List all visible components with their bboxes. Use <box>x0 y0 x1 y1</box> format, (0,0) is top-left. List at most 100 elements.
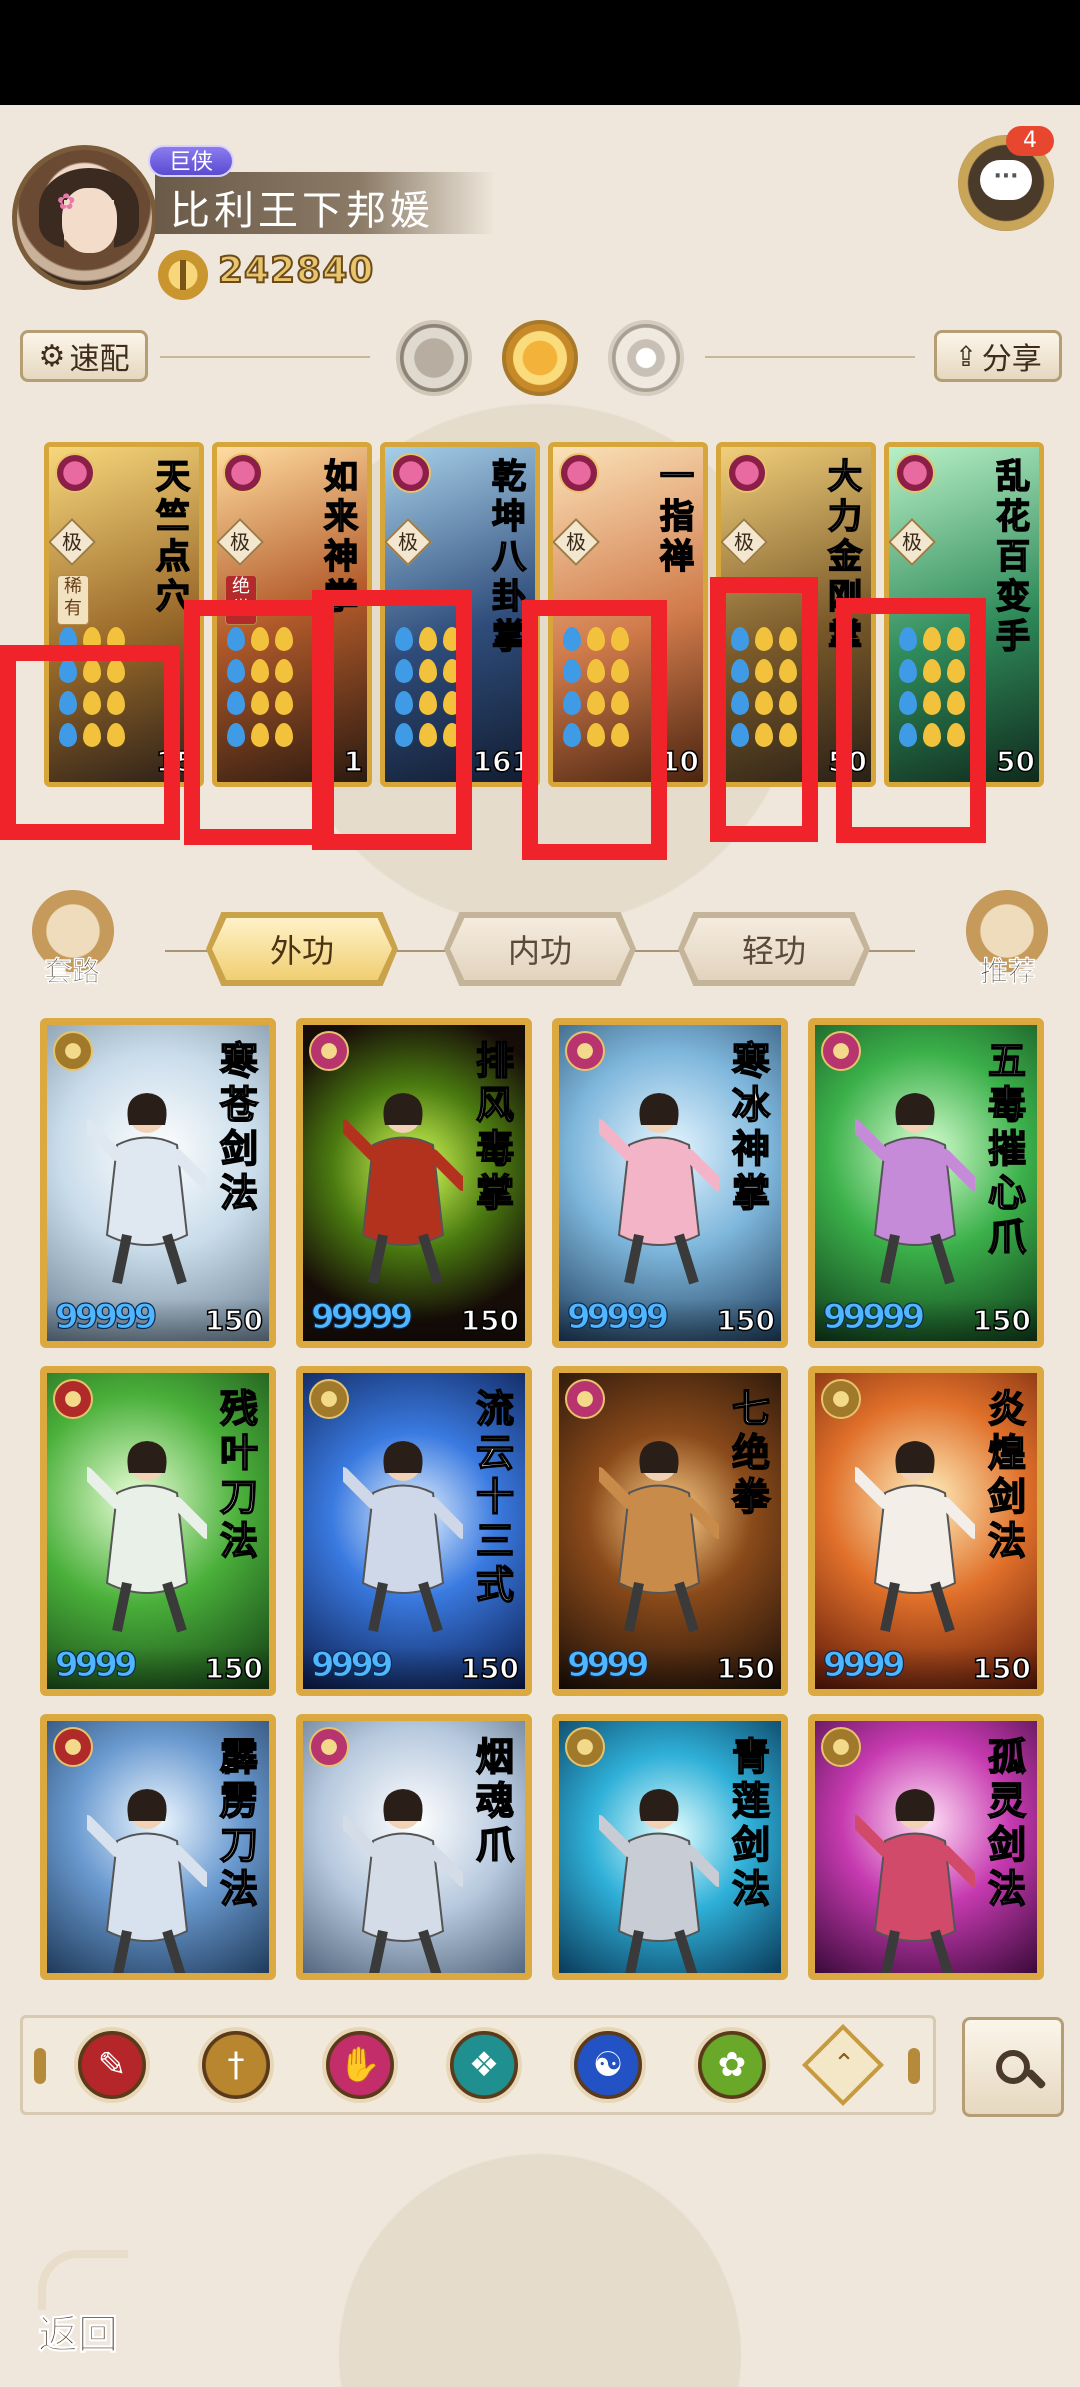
skill-level: 150 <box>972 1651 1032 1686</box>
sword-icon[interactable]: † <box>198 2027 274 2103</box>
hidden-weapon-glyph: ⌃ <box>833 2049 855 2079</box>
character-figure <box>599 1789 719 1973</box>
blade-icon[interactable]: ✎ <box>74 2027 150 2103</box>
skill-title: 七绝拳 <box>731 1386 771 1520</box>
tab-internal[interactable]: 内功 <box>450 918 630 980</box>
red-box <box>836 598 986 843</box>
search-icon <box>996 2050 1030 2084</box>
rarity-badge: 稀有 <box>57 575 89 625</box>
character-figure <box>343 1441 463 1633</box>
chat-dots: ··· <box>993 164 1019 189</box>
energy-pips: 99999 <box>310 1296 414 1337</box>
slot-title: 一指禅 <box>659 456 695 578</box>
character-figure <box>855 1441 975 1633</box>
back-button[interactable]: 返回 <box>28 2250 138 2360</box>
skill-title: 孤灵剑法 <box>987 1734 1027 1912</box>
skill-title: 寒苍剑法 <box>219 1038 259 1216</box>
back-label: 返回 <box>38 2311 119 2359</box>
skill-level: 150 <box>460 1651 520 1686</box>
skill-title: 残叶刀法 <box>219 1386 259 1564</box>
palm-icon <box>55 453 95 493</box>
character-figure <box>87 1441 207 1633</box>
skill-card[interactable]: 烟魂爪 <box>296 1714 532 1980</box>
character-figure <box>599 1093 719 1285</box>
skill-card[interactable]: 残叶刀法 9999 150 <box>40 1366 276 1696</box>
skill-card[interactable]: 寒冰神掌 99999 150 <box>552 1018 788 1348</box>
moon-icon[interactable] <box>396 320 472 396</box>
character-figure <box>599 1441 719 1633</box>
sun-icon[interactable] <box>502 320 578 396</box>
palm-icon <box>559 453 599 493</box>
palm-icon <box>391 453 431 493</box>
tab-lightness[interactable]: 轻功 <box>684 918 864 980</box>
skill-title: 炎煌剑法 <box>987 1386 1027 1564</box>
skill-card[interactable]: 寒苍剑法 99999 150 <box>40 1018 276 1348</box>
character-figure <box>87 1789 207 1973</box>
rank-badge: 巨侠 <box>148 145 234 177</box>
skill-level: 150 <box>460 1303 520 1338</box>
energy-pips: 99999 <box>566 1296 670 1337</box>
slot-title: 乱花百变手 <box>995 456 1031 658</box>
back-arrow-icon <box>38 2250 128 2310</box>
skill-card[interactable]: 青莲剑法 <box>552 1714 788 1980</box>
filter-bar-end <box>908 2048 920 2084</box>
skill-title: 排风毒掌 <box>475 1038 515 1216</box>
school-badge-icon <box>565 1727 605 1767</box>
skill-card[interactable]: 孤灵剑法 <box>808 1714 1044 1980</box>
energy-pips: 9999 <box>54 1644 138 1685</box>
recommend-label: 推荐 <box>979 955 1037 989</box>
chat-badge-count: 4 <box>1006 126 1054 156</box>
status-bar <box>0 0 1080 105</box>
school-badge-icon <box>309 1727 349 1767</box>
avatar[interactable]: ✿ <box>12 145 157 290</box>
player-name: 比利王下邦媛 <box>170 188 434 234</box>
skill-title: 寒冰神掌 <box>731 1038 771 1216</box>
quick-match-label: 速配 <box>69 342 130 377</box>
coin-amount: 242840 <box>217 249 375 292</box>
search-button[interactable] <box>962 2017 1064 2117</box>
character-figure <box>855 1093 975 1285</box>
palm-icon[interactable]: ✋ <box>322 2027 398 2103</box>
character-figure <box>343 1789 463 1973</box>
palm-icon <box>223 453 263 493</box>
character-figure <box>87 1093 207 1285</box>
share-label: 分享 <box>981 342 1042 377</box>
slot-title: 天竺点穴 <box>155 456 191 618</box>
skill-card[interactable]: 炎煌剑法 9999 150 <box>808 1366 1044 1696</box>
yin-yang-icon[interactable]: ☯ <box>570 2027 646 2103</box>
coin-icon <box>158 250 208 300</box>
skill-title: 青莲剑法 <box>731 1734 771 1912</box>
school-badge-icon <box>565 1031 605 1071</box>
energy-pips: 9999 <box>822 1644 906 1685</box>
skill-card[interactable]: 五毒摧心爪 99999 150 <box>808 1018 1044 1348</box>
ring-icon[interactable] <box>608 320 684 396</box>
tab-external[interactable]: 外功 <box>212 918 392 980</box>
red-box <box>312 590 472 850</box>
school-badge-icon <box>53 1031 93 1071</box>
skill-title: 流云十三式 <box>475 1386 515 1608</box>
skill-level: 150 <box>204 1651 264 1686</box>
palm-icon <box>895 453 935 493</box>
skill-card[interactable]: 排风毒掌 99999 150 <box>296 1018 532 1348</box>
school-badge-icon <box>309 1379 349 1419</box>
palm-icon <box>727 453 767 493</box>
skill-card[interactable]: 七绝拳 9999 150 <box>552 1366 788 1696</box>
red-box <box>710 577 818 842</box>
skill-level: 150 <box>716 1303 776 1338</box>
share-button[interactable]: ⇪ 分享 <box>934 330 1062 382</box>
energy-pips: 99999 <box>54 1296 158 1337</box>
school-badge-icon <box>821 1379 861 1419</box>
fan-icon[interactable]: ❖ <box>446 2027 522 2103</box>
whip-icon[interactable]: ✿ <box>694 2027 770 2103</box>
school-badge-icon <box>53 1727 93 1767</box>
share-icon: ⇪ <box>954 339 978 373</box>
energy-pips: 9999 <box>566 1644 650 1685</box>
quick-match-button[interactable]: ⚙ 速配 <box>20 330 148 382</box>
skill-card[interactable]: 流云十三式 9999 150 <box>296 1366 532 1696</box>
divider <box>160 356 370 358</box>
skill-title: 霹雳刀法 <box>219 1734 259 1912</box>
routine-label: 套路 <box>43 955 101 989</box>
skill-title: 烟魂爪 <box>475 1734 515 1868</box>
skill-card[interactable]: 霹雳刀法 <box>40 1714 276 1980</box>
red-box <box>522 600 667 860</box>
